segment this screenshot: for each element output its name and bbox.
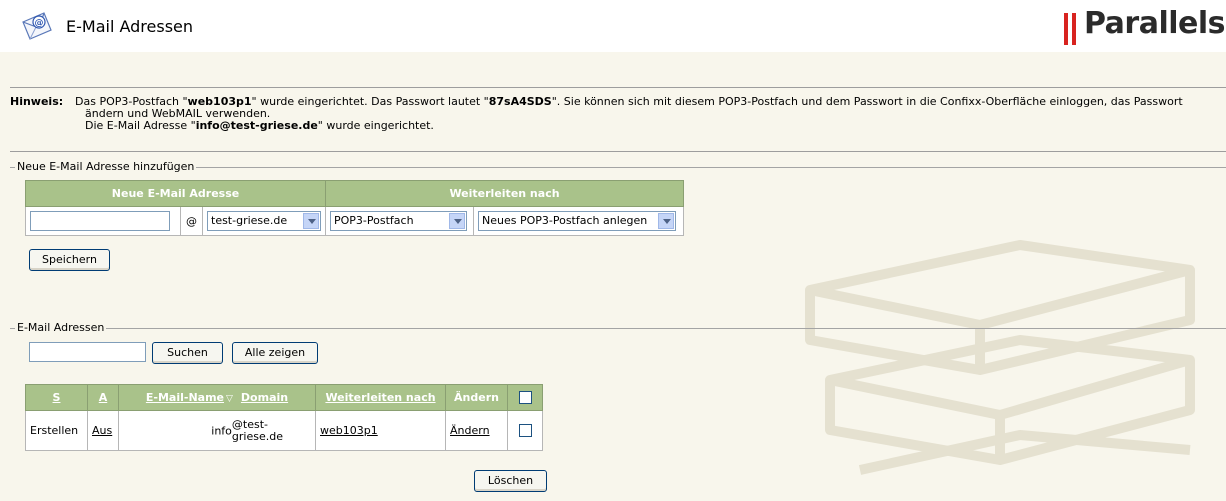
svg-text:@: @ <box>35 19 44 29</box>
column-header-name-domain: E-Mail-Name ▽ Domain <box>118 384 316 411</box>
parallels-logo: Parallels <box>1064 6 1226 46</box>
logo-text: Parallels <box>1084 6 1226 41</box>
sort-active-link[interactable]: A <box>99 391 108 404</box>
name-cell <box>25 206 181 236</box>
row-edit-link[interactable]: Ändern <box>450 424 490 437</box>
sort-indicator-icon: ▽ <box>226 394 233 404</box>
column-header-new-address: Neue E-Mail Adresse <box>25 180 326 207</box>
row-email-name: info <box>211 424 232 437</box>
sort-status-link[interactable]: S <box>53 391 61 404</box>
row-email-address: info @test-griese.de <box>118 410 316 451</box>
row-select-checkbox[interactable] <box>518 424 532 438</box>
divider <box>10 87 1226 88</box>
divider <box>10 151 1226 152</box>
save-button[interactable]: Speichern <box>29 249 110 271</box>
search-input[interactable] <box>29 342 146 362</box>
row-status: Erstellen <box>25 410 88 451</box>
show-all-button[interactable]: Alle zeigen <box>232 342 318 364</box>
column-header-active: A <box>87 384 119 411</box>
column-header-edit: Ändern <box>445 384 508 411</box>
hint-text-part: " wurde eingerichtet. Das Passwort laute… <box>251 95 489 108</box>
forward-target-value: Neues POP3-Postfach anlegen <box>482 214 648 227</box>
select-all-checkbox[interactable] <box>518 391 532 405</box>
background-boxes-illustration <box>805 240 1195 475</box>
chevron-down-icon[interactable] <box>449 213 465 229</box>
sort-forward-link[interactable]: Weiterleiten nach <box>325 391 435 404</box>
column-header-select-all <box>507 384 543 411</box>
domain-cell: test-griese.de <box>202 206 326 236</box>
at-sign: @ <box>180 206 203 236</box>
forward-target-select[interactable]: Neues POP3-Postfach anlegen <box>478 211 676 231</box>
column-header-forward: Weiterleiten nach <box>325 180 684 207</box>
row-active-cell: Aus <box>87 410 119 451</box>
row-domain-line1: @test- <box>231 417 269 431</box>
table-row: Erstellen Aus info @test-griese.de web103… <box>25 410 543 451</box>
hint-text-part: ". Sie können sich mit diesem POP3-Postf… <box>551 95 1183 108</box>
new-address-legend: Neue E-Mail Adresse hinzufügen <box>15 160 197 173</box>
hint-password: 87sA4SDS <box>488 95 552 108</box>
row-edit-cell: Ändern <box>445 410 508 451</box>
row-domain-line2: griese.de <box>231 429 283 443</box>
email-icon: @ <box>22 12 52 40</box>
chevron-down-icon[interactable] <box>658 213 674 229</box>
row-active-link[interactable]: Aus <box>92 424 112 437</box>
forward-type-cell: POP3-Postfach <box>325 206 474 236</box>
forward-target-cell: Neues POP3-Postfach anlegen <box>473 206 684 236</box>
row-domain: @test-griese.de <box>231 417 283 443</box>
row-checkbox-cell <box>507 410 543 451</box>
delete-button[interactable]: Löschen <box>474 470 547 492</box>
hint-text-part: Die E-Mail Adresse " <box>85 119 196 132</box>
forward-type-value: POP3-Postfach <box>334 214 414 227</box>
new-address-form-table: Neue E-Mail Adresse Weiterleiten nach @ … <box>25 180 684 236</box>
email-address-table: S A E-Mail-Name ▽ Domain Weiterleiten nach… <box>25 384 543 451</box>
fieldset-border <box>10 328 1226 329</box>
row-forward-cell: web103p1 <box>315 410 446 451</box>
domain-select[interactable]: test-griese.de <box>207 211 321 231</box>
column-header-status: S <box>25 384 88 411</box>
domain-select-value: test-griese.de <box>211 214 288 227</box>
page-header: @ E-Mail Adressen Parallels <box>0 0 1226 52</box>
hint-address: info@test-griese.de <box>195 119 318 132</box>
email-name-input[interactable] <box>30 211 170 231</box>
page-title: E-Mail Adressen <box>66 17 194 36</box>
search-button[interactable]: Suchen <box>152 342 223 364</box>
sort-domain-link[interactable]: Domain <box>241 391 288 404</box>
column-header-forward: Weiterleiten nach <box>315 384 446 411</box>
address-list-legend: E-Mail Adressen <box>15 321 107 334</box>
hint-label: Hinweis: <box>10 95 64 108</box>
forward-type-select[interactable]: POP3-Postfach <box>330 211 467 231</box>
row-forward-link[interactable]: web103p1 <box>320 424 378 437</box>
sort-email-name-link[interactable]: E-Mail-Name <box>146 391 224 404</box>
hint-line-3: Die E-Mail Adresse "info@test-griese.de"… <box>75 120 1215 132</box>
hint-text: Das POP3-Postfach "web103p1" wurde einge… <box>75 96 1215 132</box>
logo-bars-icon <box>1064 13 1080 45</box>
hint-text-part: " wurde eingerichtet. <box>317 119 434 132</box>
chevron-down-icon[interactable] <box>303 213 319 229</box>
